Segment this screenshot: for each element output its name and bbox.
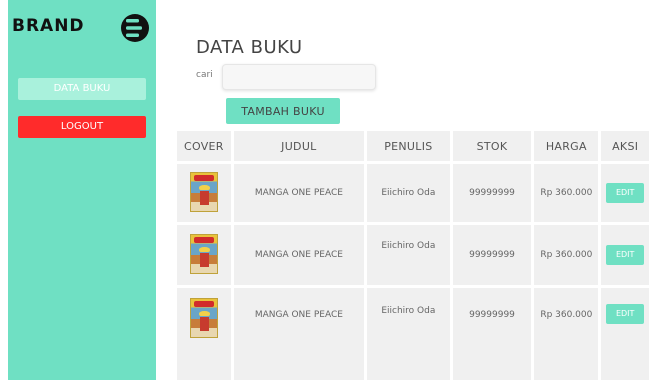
table-header-row: COVER JUDUL PENULIS STOK HARGA AKSI bbox=[177, 131, 649, 161]
search-label: cari bbox=[196, 70, 213, 80]
col-header-stok: STOK bbox=[452, 131, 532, 161]
aksi-cell: EDIT bbox=[601, 164, 649, 222]
judul-cell: MANGA ONE PEACE bbox=[233, 225, 365, 285]
col-header-penulis: PENULIS bbox=[367, 131, 450, 161]
books-table: COVER JUDUL PENULIS STOK HARGA AKSI MANG… bbox=[174, 128, 652, 380]
stok-cell: 99999999 bbox=[452, 225, 532, 285]
edit-button[interactable]: EDIT bbox=[606, 183, 645, 203]
one-piece-cover-icon bbox=[189, 233, 218, 274]
sidebar: BRAND DATA BUKU LOGOUT bbox=[8, 0, 156, 380]
col-header-cover: COVER bbox=[177, 131, 231, 161]
aksi-cell: EDIT bbox=[601, 288, 649, 380]
stok-cell: 99999999 bbox=[452, 288, 532, 380]
brand-row: BRAND bbox=[12, 10, 152, 50]
col-header-judul: JUDUL bbox=[233, 131, 365, 161]
table-row: MANGA ONE PEACE Eiichiro Oda 99999999 Rp… bbox=[177, 225, 649, 285]
one-piece-cover-icon bbox=[189, 298, 218, 338]
cover-cell bbox=[177, 225, 231, 285]
edit-button[interactable]: EDIT bbox=[606, 245, 645, 265]
search-input[interactable] bbox=[222, 64, 376, 90]
penulis-cell: Eiichiro Oda bbox=[367, 225, 450, 285]
col-header-harga: HARGA bbox=[534, 131, 599, 161]
edit-button[interactable]: EDIT bbox=[606, 304, 645, 324]
logout-button[interactable]: LOGOUT bbox=[18, 116, 146, 138]
main-content: DATA BUKU cari TAMBAH BUKU COVER JUDUL P… bbox=[170, 0, 652, 380]
harga-cell: Rp 360.000 bbox=[534, 288, 599, 380]
judul-cell: MANGA ONE PEACE bbox=[233, 288, 365, 380]
page-title: DATA BUKU bbox=[196, 37, 303, 58]
hamburger-logo-icon bbox=[121, 14, 149, 42]
cover-cell bbox=[177, 164, 231, 222]
judul-cell: MANGA ONE PEACE bbox=[233, 164, 365, 222]
harga-cell: Rp 360.000 bbox=[534, 225, 599, 285]
col-header-aksi: AKSI bbox=[601, 131, 649, 161]
table-row: MANGA ONE PEACE Eiichiro Oda 99999999 Rp… bbox=[177, 288, 649, 380]
penulis-cell: Eiichiro Oda bbox=[367, 164, 450, 222]
penulis-cell: Eiichiro Oda bbox=[367, 288, 450, 380]
add-book-button[interactable]: TAMBAH BUKU bbox=[226, 98, 340, 124]
harga-cell: Rp 360.000 bbox=[534, 164, 599, 222]
aksi-cell: EDIT bbox=[601, 225, 649, 285]
table-row: MANGA ONE PEACE Eiichiro Oda 99999999 Rp… bbox=[177, 164, 649, 222]
nav-data-buku-button[interactable]: DATA BUKU bbox=[18, 78, 146, 100]
brand-name: BRAND bbox=[12, 16, 85, 36]
one-piece-cover-icon bbox=[189, 171, 218, 212]
stok-cell: 99999999 bbox=[452, 164, 532, 222]
cover-cell bbox=[177, 288, 231, 380]
